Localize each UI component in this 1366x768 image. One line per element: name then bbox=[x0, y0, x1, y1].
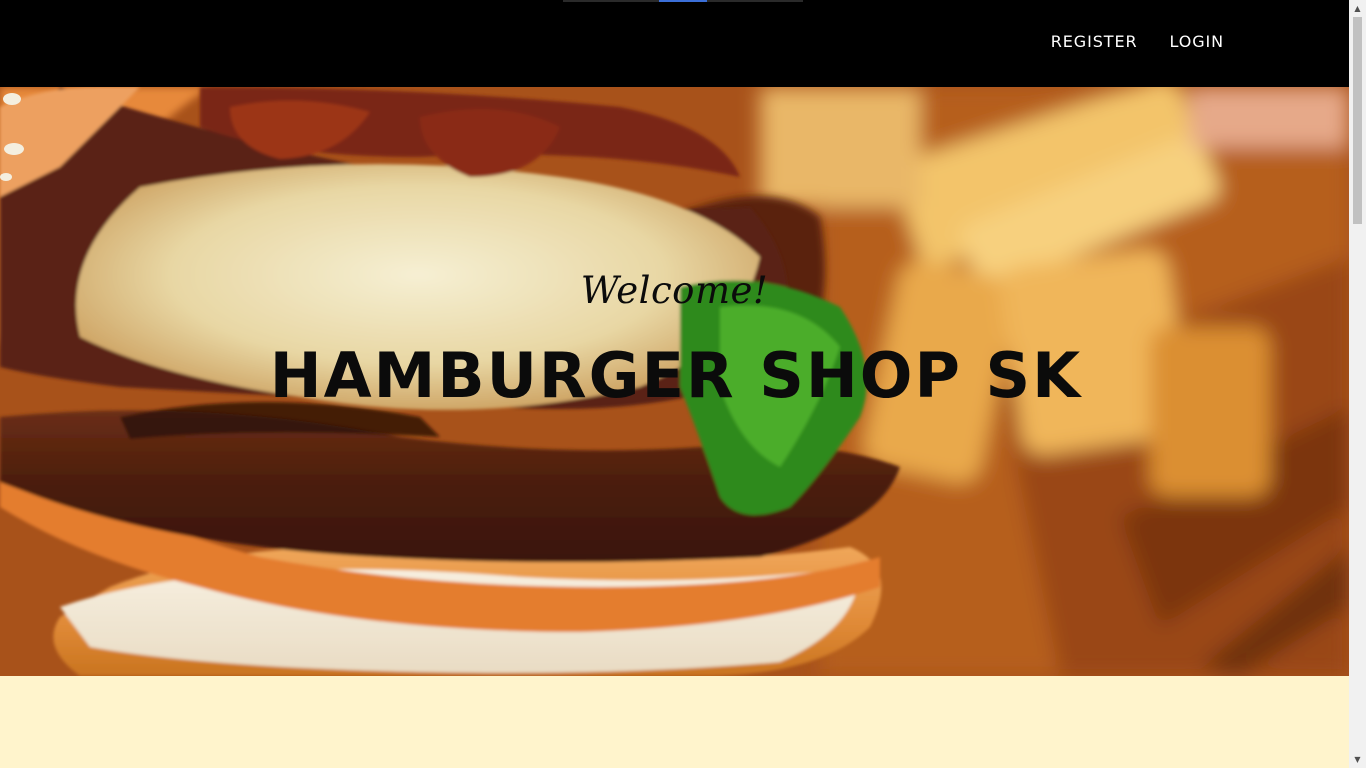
top-navbar: REGISTER LOGIN bbox=[0, 0, 1349, 87]
register-link[interactable]: REGISTER bbox=[1051, 33, 1138, 51]
scrollbar-thumb[interactable] bbox=[1353, 17, 1362, 224]
scroll-down-arrow-icon[interactable]: ▼ bbox=[1349, 751, 1366, 768]
loading-progress-bar bbox=[563, 0, 803, 2]
scroll-up-arrow-icon[interactable]: ▲ bbox=[1349, 0, 1366, 17]
nav-links: REGISTER LOGIN bbox=[1051, 33, 1224, 51]
welcome-heading: Welcome! bbox=[580, 269, 769, 312]
login-link[interactable]: LOGIN bbox=[1169, 33, 1224, 51]
vertical-scrollbar[interactable]: ▲ ▼ bbox=[1349, 0, 1366, 768]
content-area bbox=[0, 676, 1349, 768]
hero-text-block: Welcome! HAMBURGER SHOP SK bbox=[0, 87, 1349, 676]
hero-section: Welcome! HAMBURGER SHOP SK bbox=[0, 87, 1349, 676]
loading-progress-fill bbox=[659, 0, 707, 2]
shop-title: HAMBURGER SHOP SK bbox=[269, 339, 1083, 412]
